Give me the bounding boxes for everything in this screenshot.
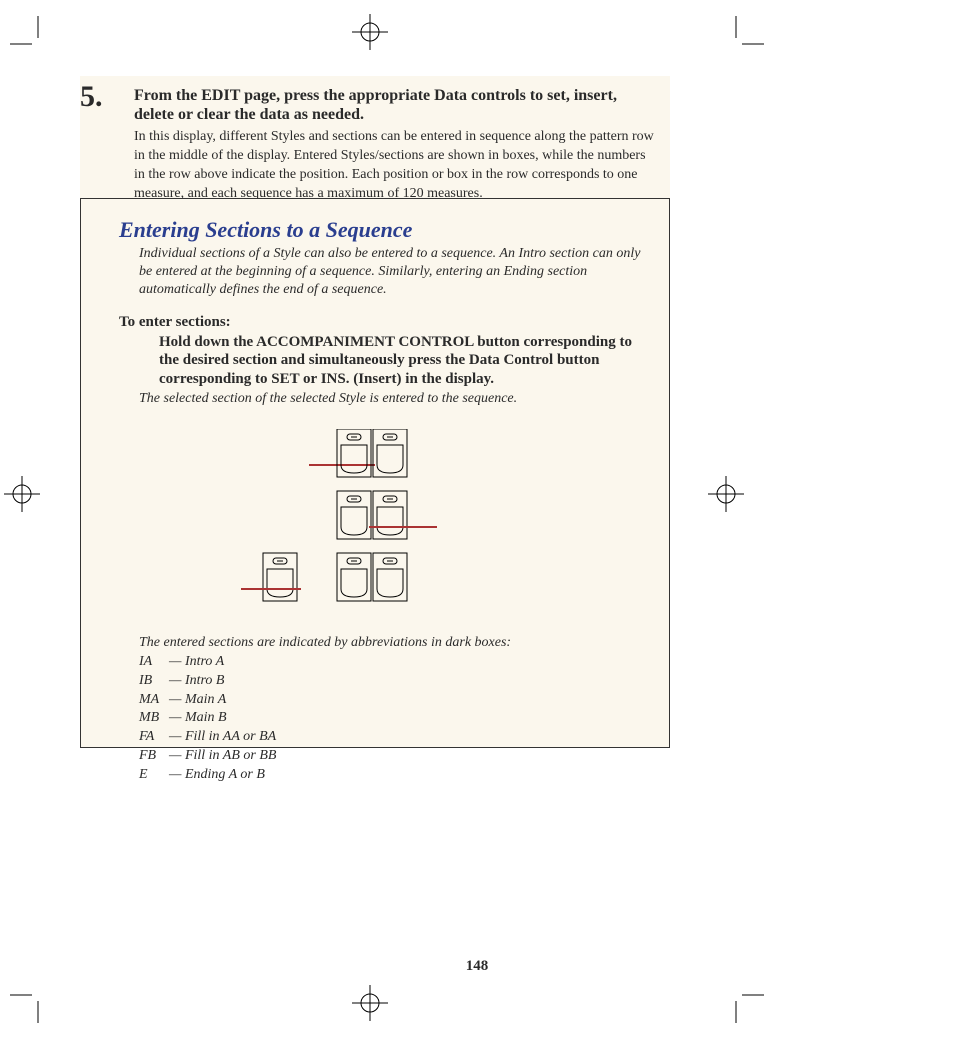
step-number: 5. <box>80 80 103 114</box>
list-item: E— Ending A or B <box>139 766 649 785</box>
page-number: 148 <box>0 958 954 975</box>
registration-mark-icon <box>708 476 744 512</box>
section-box: Entering Sections to a Sequence Individu… <box>80 198 670 748</box>
section-instruction-note: The selected section of the selected Sty… <box>139 391 649 407</box>
list-item: FB— Fill in AB or BB <box>139 747 649 766</box>
section-title: Entering Sections to a Sequence <box>119 217 649 243</box>
list-item: MA— Main A <box>139 691 649 710</box>
list-item: IB— Intro B <box>139 672 649 691</box>
section-intro: Individual sections of a Style can also … <box>139 245 643 300</box>
section-instruction: Hold down the ACCOMPANIMENT CONTROL butt… <box>159 333 649 389</box>
section-subhead: To enter sections: <box>119 314 649 331</box>
registration-mark-icon <box>4 476 40 512</box>
abbreviation-list: IA— Intro A IB— Intro B MA— Main A MB— M… <box>139 653 649 785</box>
step-block: 5. From the EDIT page, press the appropr… <box>80 76 670 218</box>
list-item: MB— Main B <box>139 709 649 728</box>
indicated-note: The entered sections are indicated by ab… <box>139 635 649 651</box>
registration-mark-icon <box>352 985 388 1021</box>
list-item: FA— Fill in AA or BA <box>139 728 649 747</box>
list-item: IA— Intro A <box>139 653 649 672</box>
diagram <box>185 429 565 609</box>
step-title: From the EDIT page, press the appropriat… <box>134 86 656 124</box>
step-description: In this display, different Styles and se… <box>134 128 656 204</box>
registration-mark-icon <box>352 14 388 50</box>
